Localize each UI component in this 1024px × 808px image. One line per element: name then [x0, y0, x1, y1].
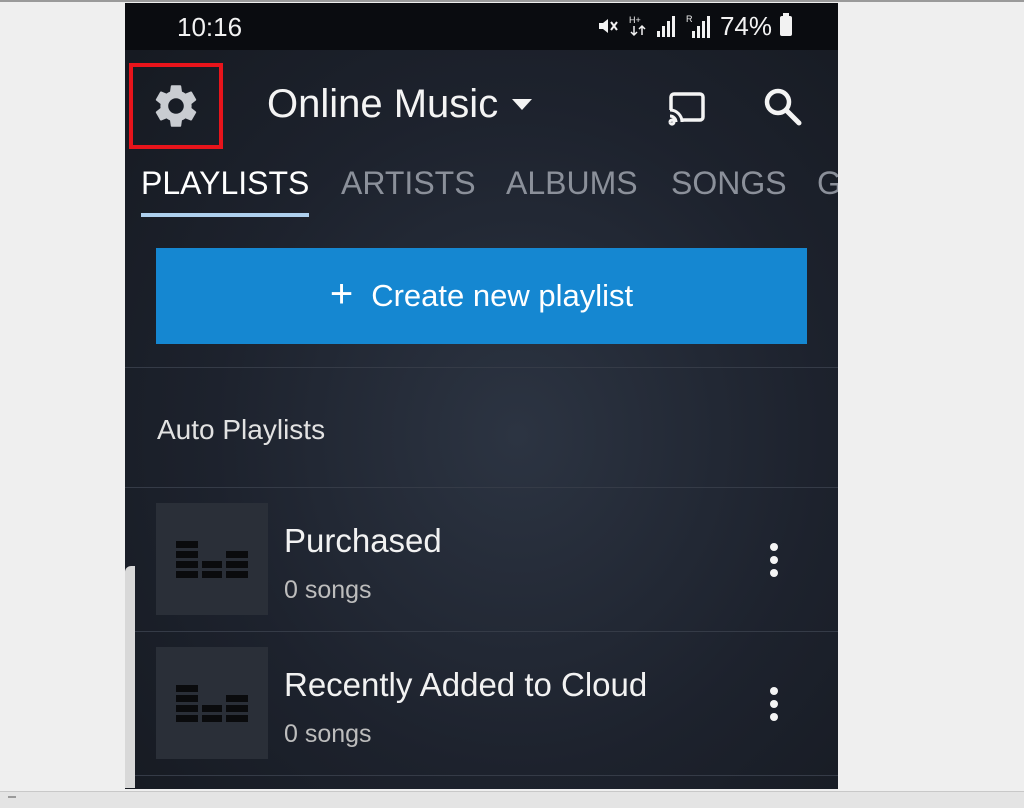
battery-icon	[780, 13, 792, 36]
source-dropdown[interactable]: Online Music	[267, 82, 533, 127]
dropdown-arrow-icon	[512, 98, 533, 110]
phone-screen: 10:16 H+ R 74% Online Music PLAYLISTS AR…	[125, 3, 838, 789]
battery-percent: 74%	[719, 10, 772, 41]
search-icon[interactable]	[761, 85, 805, 129]
svg-text:H+: H+	[629, 15, 641, 25]
active-tab-indicator	[141, 213, 309, 217]
tab-genres-partial[interactable]: G	[817, 165, 838, 202]
plus-icon: +	[329, 272, 354, 316]
svg-text:R: R	[686, 14, 693, 24]
tab-albums[interactable]: ALBUMS	[506, 165, 638, 202]
divider	[125, 775, 838, 776]
section-heading: Auto Playlists	[157, 414, 326, 445]
gear-icon	[155, 85, 197, 127]
tab-playlists[interactable]: PLAYLISTS	[141, 165, 309, 202]
settings-button[interactable]	[129, 63, 223, 149]
mute-icon	[598, 19, 618, 33]
playlist-song-count: 0 songs	[284, 720, 372, 748]
status-bar: 10:16 H+ R 74%	[125, 3, 838, 50]
playlist-item-recently-added[interactable]: Recently Added to Cloud 0 songs	[125, 632, 838, 772]
app-title: Online Music	[267, 82, 499, 126]
cast-icon[interactable]	[665, 88, 709, 128]
network-hplus-icon: H+	[629, 15, 646, 37]
more-options-icon[interactable]	[762, 540, 786, 580]
window-bottom-marker	[8, 796, 16, 798]
window-bottom-bar	[0, 791, 1024, 808]
status-time: 10:16	[177, 12, 243, 42]
playlist-title: Purchased	[284, 522, 442, 559]
window-top-border	[0, 0, 1024, 2]
more-options-icon[interactable]	[762, 684, 786, 724]
signal-icon	[656, 16, 675, 37]
playlist-title: Recently Added to Cloud	[284, 666, 648, 703]
status-icons: H+ R 74%	[596, 11, 792, 41]
equalizer-icon	[176, 541, 248, 578]
edge-panel-handle[interactable]	[125, 566, 135, 788]
app-toolbar: Online Music	[125, 50, 838, 164]
playlist-item-purchased[interactable]: Purchased 0 songs	[125, 488, 838, 628]
playlist-thumbnail	[156, 503, 268, 615]
playlist-thumbnail	[156, 647, 268, 759]
tab-artists[interactable]: ARTISTS	[341, 165, 476, 202]
roaming-signal-icon: R	[686, 14, 710, 38]
equalizer-icon	[176, 685, 248, 722]
create-playlist-label: Create new playlist	[371, 278, 634, 313]
divider	[125, 367, 838, 368]
create-playlist-button[interactable]: + Create new playlist	[156, 248, 807, 344]
playlist-song-count: 0 songs	[284, 576, 372, 604]
tab-bar: PLAYLISTS ARTISTS ALBUMS SONGS G	[125, 161, 838, 221]
tab-songs[interactable]: SONGS	[671, 165, 787, 202]
